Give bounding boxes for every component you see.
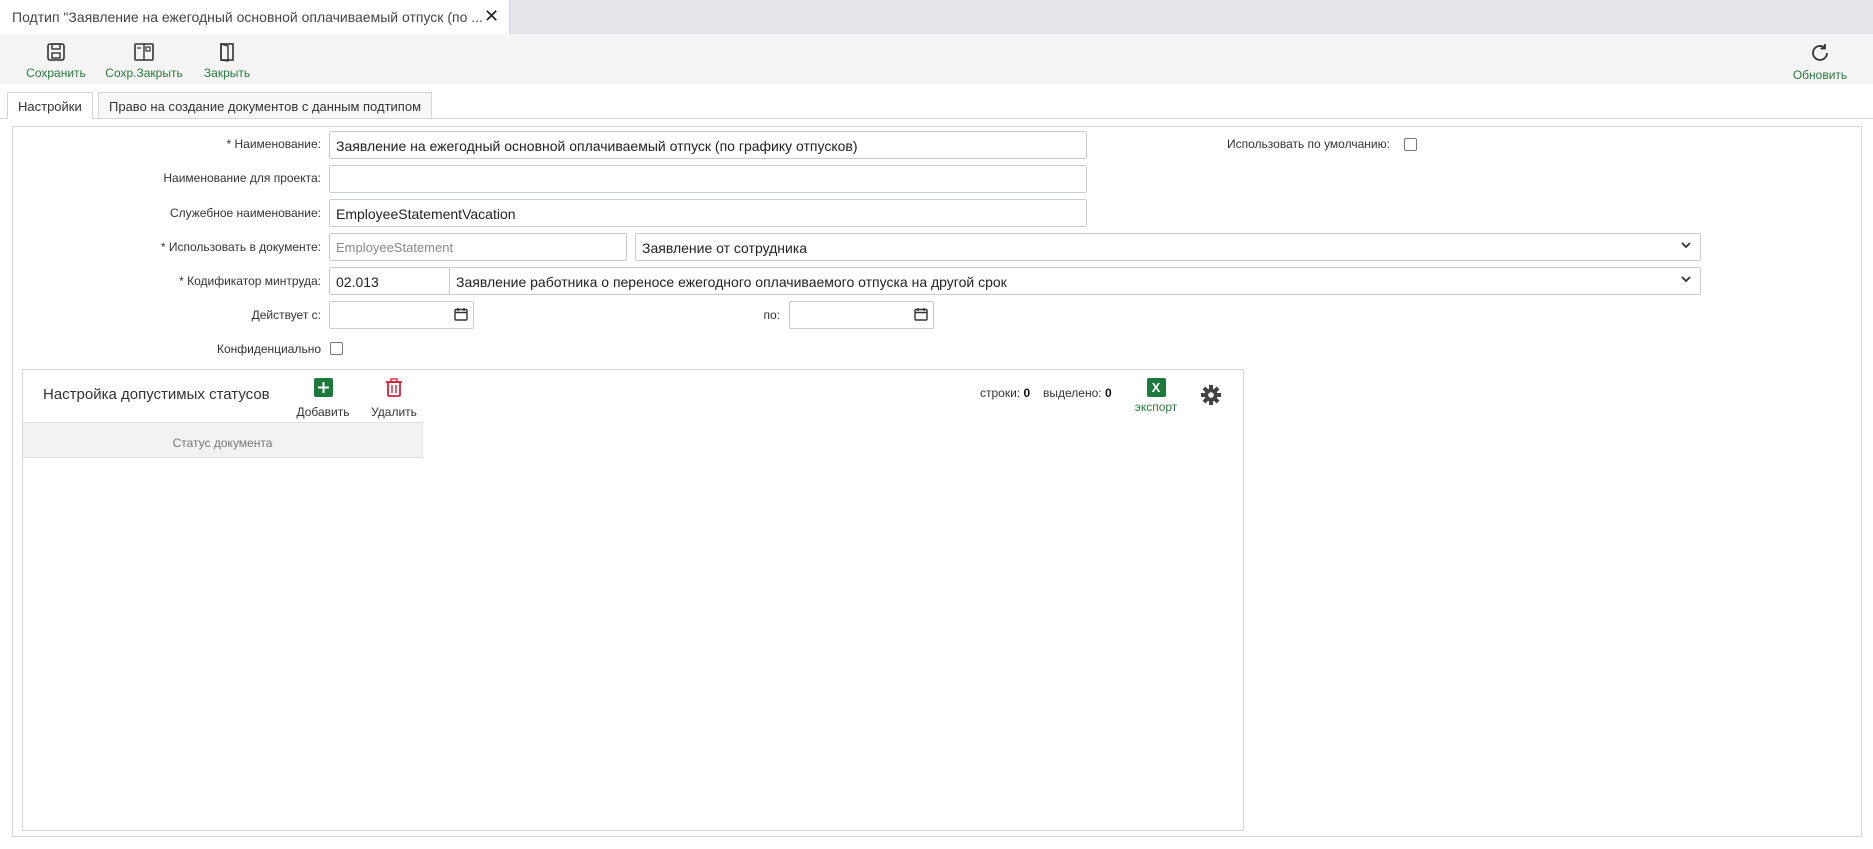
tab-settings[interactable]: Настройки bbox=[7, 92, 93, 119]
close-door-icon bbox=[220, 43, 234, 62]
close-button-label: Закрыть bbox=[203, 66, 251, 80]
rows-counter-value: 0 bbox=[1023, 386, 1031, 400]
selected-counter: выделено: 0 bbox=[1043, 386, 1112, 400]
chevron-down-icon[interactable] bbox=[1680, 238, 1692, 254]
tab-creation-rights[interactable]: Право на создание документов с данным по… bbox=[98, 92, 433, 118]
delete-status-button[interactable]: Удалить bbox=[365, 378, 423, 419]
use-in-document-value: Заявление от сотрудника bbox=[642, 240, 808, 256]
add-status-button[interactable]: Добавить bbox=[293, 378, 353, 419]
name-field[interactable]: Заявление на ежегодный основной оплачива… bbox=[329, 131, 1087, 159]
confidential-label: Конфиденциально bbox=[217, 342, 321, 356]
trash-icon bbox=[386, 378, 402, 397]
close-button[interactable]: Закрыть bbox=[200, 42, 254, 80]
valid-to-field[interactable] bbox=[789, 301, 934, 329]
close-icon[interactable]: ✕ bbox=[484, 7, 499, 25]
excel-icon: X bbox=[1146, 378, 1166, 397]
save-close-button-label: Сохр.Закрыть bbox=[105, 66, 183, 80]
rows-counter-label: строки: bbox=[980, 386, 1021, 400]
document-tab-title: Подтип "Заявление на ежегодный основной … bbox=[12, 9, 483, 25]
project-name-field[interactable] bbox=[329, 165, 1087, 193]
name-label: * Наименование: bbox=[226, 137, 321, 151]
valid-from-label: Действует с: bbox=[251, 308, 321, 322]
use-in-document-code: EmployeeStatement bbox=[329, 233, 627, 261]
tab-settings-label: Настройки bbox=[18, 99, 82, 114]
toolbar: Сохранить Сохр.Закрыть Закрыть Обновить bbox=[0, 34, 1873, 84]
save-icon bbox=[47, 43, 65, 61]
rows-counter: строки: 0 bbox=[980, 386, 1030, 400]
save-close-icon bbox=[134, 43, 154, 61]
save-close-button[interactable]: Сохр.Закрыть bbox=[105, 42, 183, 80]
document-tab-bar: Подтип "Заявление на ежегодный основной … bbox=[0, 0, 1873, 34]
service-name-label: Служебное наименование: bbox=[169, 206, 321, 220]
save-button[interactable]: Сохранить bbox=[25, 42, 87, 80]
export-button-label: экспорт bbox=[1134, 400, 1178, 414]
default-label: Использовать по умолчанию: bbox=[1227, 137, 1390, 151]
tab-creation-rights-label: Право на создание документов с данным по… bbox=[109, 99, 422, 114]
plus-icon bbox=[313, 378, 333, 397]
codifier-label: * Кодификатор минтруда: bbox=[179, 274, 321, 288]
status-column-header[interactable]: Статус документа bbox=[23, 422, 423, 458]
codifier-value: Заявление работника о переносе ежегодног… bbox=[456, 274, 1007, 290]
valid-to-label: по: bbox=[763, 308, 780, 322]
calendar-icon[interactable] bbox=[914, 307, 928, 321]
project-name-label: Наименование для проекта: bbox=[163, 171, 321, 185]
default-checkbox[interactable] bbox=[1404, 138, 1417, 151]
grid-settings-button[interactable] bbox=[1199, 384, 1223, 411]
refresh-button-label: Обновить bbox=[1792, 68, 1848, 82]
use-in-document-select[interactable]: Заявление от сотрудника bbox=[635, 233, 1701, 261]
refresh-button[interactable]: Обновить bbox=[1790, 42, 1850, 82]
codifier-code-field[interactable]: 02.013 bbox=[329, 267, 450, 295]
export-button[interactable]: X экспорт bbox=[1131, 378, 1181, 414]
refresh-icon bbox=[1812, 44, 1828, 61]
settings-tabs: Настройки Право на создание документов с… bbox=[0, 84, 1873, 119]
add-status-button-label: Добавить bbox=[296, 405, 350, 419]
selected-counter-label: выделено: bbox=[1043, 386, 1102, 400]
delete-status-button-label: Удалить bbox=[371, 405, 417, 419]
statuses-grid-panel: Настройка допустимых статусов Добавить У… bbox=[22, 369, 1244, 831]
statuses-grid-title: Настройка допустимых статусов bbox=[43, 386, 270, 403]
confidential-checkbox[interactable] bbox=[330, 342, 343, 355]
selected-counter-value: 0 bbox=[1104, 386, 1112, 400]
codifier-select[interactable]: Заявление работника о переносе ежегодног… bbox=[449, 267, 1701, 295]
use-in-document-label: * Использовать в документе: bbox=[160, 240, 321, 254]
service-name-field[interactable]: EmployeeStatementVacation bbox=[329, 199, 1087, 227]
document-tab[interactable]: Подтип "Заявление на ежегодный основной … bbox=[0, 0, 510, 34]
chevron-down-icon[interactable] bbox=[1680, 272, 1692, 288]
calendar-icon[interactable] bbox=[454, 307, 468, 321]
valid-from-field[interactable] bbox=[329, 301, 474, 329]
gear-icon bbox=[1201, 385, 1221, 405]
save-button-label: Сохранить bbox=[26, 66, 86, 80]
